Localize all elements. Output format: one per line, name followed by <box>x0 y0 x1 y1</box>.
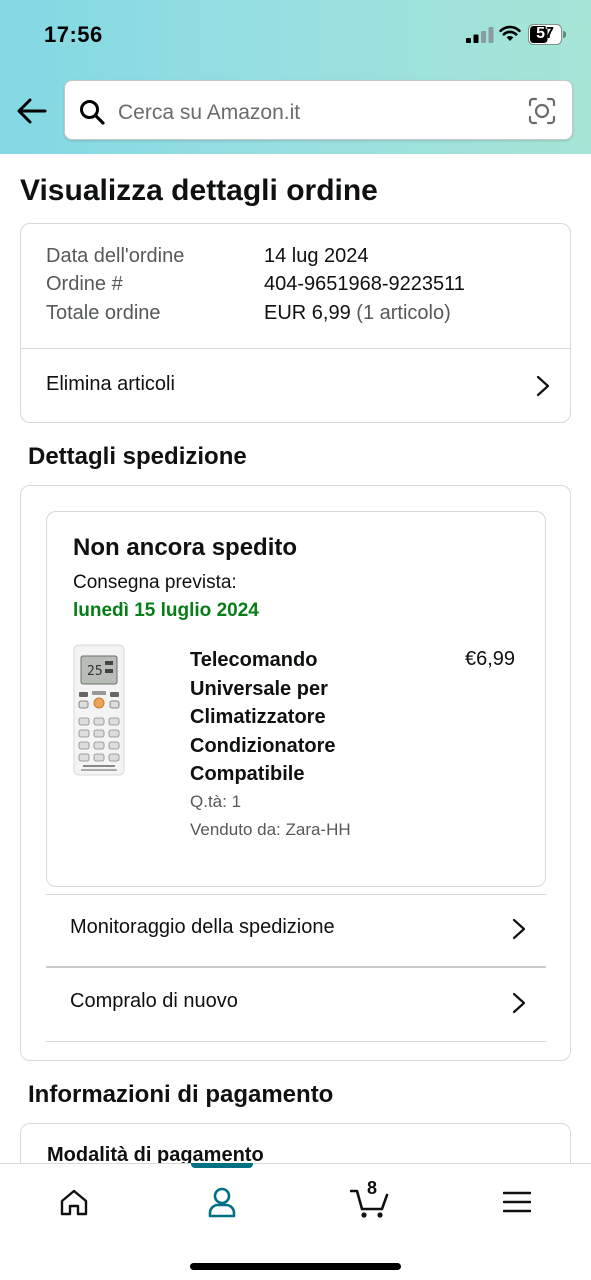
remote-control-image[interactable]: 25 <box>73 644 125 776</box>
tab-account[interactable] <box>202 1182 242 1222</box>
divider <box>46 1041 546 1042</box>
product-title-line: Compatibile <box>190 763 305 785</box>
delivery-date: lunedì 15 luglio 2024 <box>73 600 259 621</box>
product-title-line: Condizionatore <box>190 734 336 757</box>
search-icon <box>80 100 105 125</box>
active-tab-indicator <box>191 1163 253 1168</box>
menu-icon <box>503 1191 531 1213</box>
buy-again-label: Compralo di nuovo <box>70 990 238 1012</box>
status-time: 17:56 <box>44 22 103 47</box>
search-input[interactable]: Cerca su Amazon.it <box>64 80 573 140</box>
back-button[interactable] <box>14 94 50 128</box>
account-icon <box>208 1187 236 1218</box>
payment-section-title: Informazioni di pagamento <box>28 1081 334 1108</box>
remove-items-row[interactable]: Elimina articoli <box>21 349 570 423</box>
chevron-right-icon <box>512 918 526 940</box>
product-title-line: Telecomando <box>190 649 318 671</box>
shipment-card: Non ancora spedito Consegna prevista: lu… <box>20 485 571 1061</box>
buy-again-row[interactable]: Compralo di nuovo <box>46 968 546 1040</box>
home-indicator <box>190 1263 401 1270</box>
product-title[interactable]: Telecomando Universale per Climatizzator… <box>190 646 410 789</box>
cart-count-badge: 8 <box>367 1178 378 1198</box>
track-shipment-row[interactable]: Monitoraggio della spedizione <box>46 894 546 966</box>
camera-lens-icon[interactable] <box>528 97 556 125</box>
search-placeholder: Cerca su Amazon.it <box>118 101 301 124</box>
shipment-status: Non ancora spedito <box>73 534 298 561</box>
tab-menu[interactable] <box>497 1182 537 1222</box>
order-number-label: Ordine # <box>46 273 123 295</box>
shipment-item-card: Non ancora spedito Consegna prevista: lu… <box>46 511 546 887</box>
cellular-signal-icon <box>466 27 494 43</box>
order-date-label: Data dell'ordine <box>46 245 185 267</box>
track-shipment-label: Monitoraggio della spedizione <box>70 916 335 938</box>
product-seller: Venduto da: Zara-HH <box>190 820 351 839</box>
order-summary-card: Data dell'ordine 14 lug 2024 Ordine # 40… <box>20 223 571 423</box>
tab-home[interactable] <box>54 1182 94 1222</box>
wifi-icon <box>499 25 521 41</box>
product-quantity: Q.tà: 1 <box>190 792 242 811</box>
order-date-value: 14 lug 2024 <box>264 245 369 267</box>
app-header: 17:56 57 Cerca su Amazon.it <box>0 0 591 154</box>
product-price: €6,99 <box>465 648 516 670</box>
product-title-line: Universale per <box>190 677 328 700</box>
product-title-line: Climatizzatore <box>190 706 326 728</box>
bottom-tab-bar: 8 <box>0 1163 591 1280</box>
home-icon <box>60 1189 88 1216</box>
battery-level: 57 <box>536 25 554 42</box>
delivery-label: Consegna prevista: <box>73 572 237 593</box>
order-total-value: EUR 6,99 (1 articolo) <box>264 302 451 325</box>
chevron-right-icon <box>536 375 550 397</box>
order-number-value: 404-9651968-9223511 <box>264 273 465 295</box>
back-arrow-icon <box>17 98 47 124</box>
battery-icon: 57 <box>528 24 567 45</box>
chevron-right-icon <box>512 992 526 1014</box>
svg-text:25: 25 <box>87 664 103 679</box>
shipment-section-title: Dettagli spedizione <box>28 443 247 470</box>
order-item-count: (1 articolo) <box>356 302 451 324</box>
remove-items-label: Elimina articoli <box>46 373 175 395</box>
order-total-label: Totale ordine <box>46 302 161 324</box>
page-title: Visualizza dettagli ordine <box>20 174 378 207</box>
order-total-amount: EUR 6,99 <box>264 302 351 324</box>
